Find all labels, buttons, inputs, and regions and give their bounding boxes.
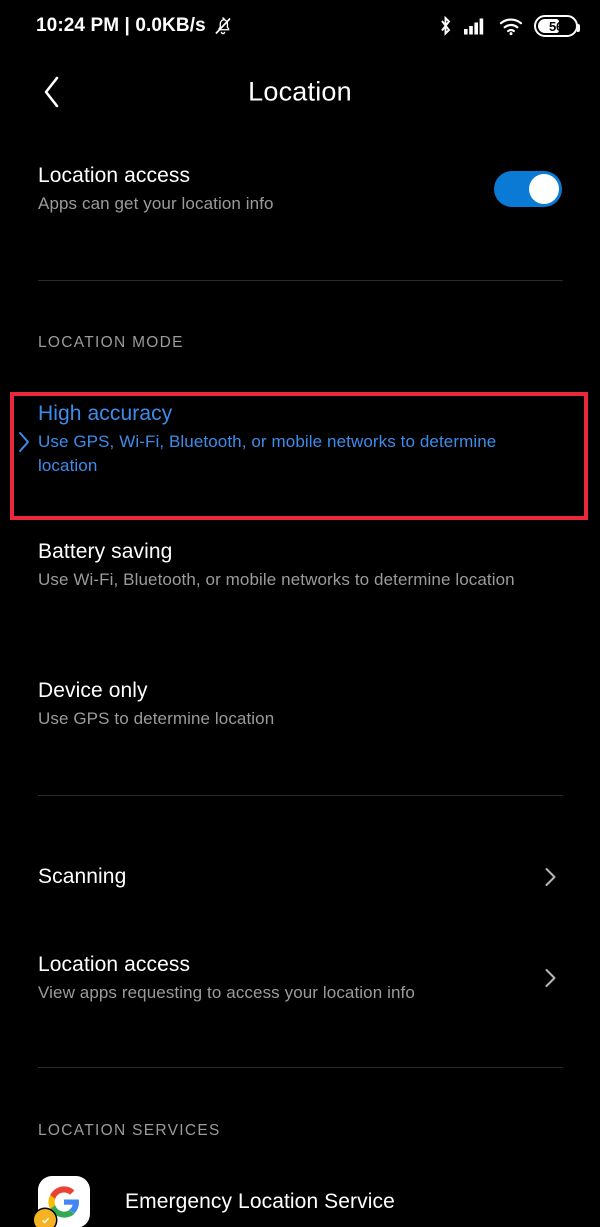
high-accuracy-subtitle: Use GPS, Wi-Fi, Bluetooth, or mobile net… (38, 432, 497, 475)
location-mode-option-high-accuracy[interactable]: High accuracy Use GPS, Wi-Fi, Bluetooth,… (0, 400, 600, 496)
battery-indicator: 56 (534, 15, 580, 37)
divider-after-location-mode (38, 795, 563, 796)
switch-knob (529, 174, 559, 204)
wifi-icon (499, 18, 523, 35)
high-accuracy-title: High accuracy (38, 402, 173, 425)
location-mode-option-device-only[interactable]: Device only Use GPS to determine locatio… (0, 677, 600, 749)
scanning-title: Scanning (38, 865, 127, 888)
battery-saving-title: Battery saving (38, 540, 173, 563)
google-logo-icon (34, 1176, 90, 1227)
section-label-location-mode: LOCATION MODE (38, 334, 184, 351)
location-access-nav-row[interactable]: Location access View apps requesting to … (0, 938, 600, 1018)
divider-after-nav-rows (38, 1067, 563, 1068)
device-only-text: Device only Use GPS to determine locatio… (38, 677, 562, 731)
location-mode-option-battery-saving[interactable]: Battery saving Use Wi-Fi, Bluetooth, or … (0, 538, 600, 634)
section-label-location-services: LOCATION SERVICES (38, 1122, 221, 1139)
location-access-text: Location access Apps can get your locati… (38, 162, 494, 216)
status-bar-left: 10:24 PM | 0.0KB/s (36, 15, 233, 37)
device-only-subtitle: Use GPS to determine location (38, 709, 275, 728)
chevron-right-icon[interactable] (538, 966, 562, 990)
cellular-signal-icon (464, 18, 484, 35)
badge-glyph-icon (39, 1214, 51, 1226)
emergency-location-service-row[interactable]: Emergency Location Service (0, 1176, 600, 1227)
page-title: Location (248, 76, 352, 107)
location-access-nav-title: Location access (38, 953, 191, 976)
location-access-nav-subtitle: View apps requesting to access your loca… (38, 983, 415, 1002)
location-access-toggle-row[interactable]: Location access Apps can get your locati… (0, 150, 600, 228)
location-access-subtitle: Apps can get your location info (38, 194, 274, 213)
status-clock-and-network-speed: 10:24 PM | 0.0KB/s (36, 15, 206, 36)
status-bar: 10:24 PM | 0.0KB/s 56 (0, 0, 600, 52)
emergency-location-service-label: Emergency Location Service (125, 1190, 395, 1213)
page-header: Location (0, 52, 600, 132)
chevron-right-icon[interactable] (538, 865, 562, 889)
battery-saving-subtitle: Use Wi-Fi, Bluetooth, or mobile networks… (38, 570, 515, 589)
scanning-text: Scanning (38, 863, 538, 891)
location-access-title: Location access (38, 164, 191, 187)
location-access-switch[interactable] (494, 171, 562, 207)
divider-after-location-access (38, 280, 563, 281)
device-only-title: Device only (38, 679, 148, 702)
location-access-nav-text: Location access View apps requesting to … (38, 951, 538, 1005)
location-settings-screen: 10:24 PM | 0.0KB/s 56 Location Location … (0, 0, 600, 1227)
battery-percentage-label: 56 (548, 18, 564, 34)
scanning-row[interactable]: Scanning (0, 848, 600, 906)
bell-muted-icon (215, 17, 231, 35)
google-assistant-badge-icon (34, 1209, 56, 1227)
chevron-right-indicator-icon (19, 432, 29, 452)
battery-saving-text: Battery saving Use Wi-Fi, Bluetooth, or … (38, 538, 562, 592)
bluetooth-icon (441, 15, 451, 36)
status-bar-right: 56 (438, 15, 580, 37)
high-accuracy-text: High accuracy Use GPS, Wi-Fi, Bluetooth,… (38, 400, 562, 478)
